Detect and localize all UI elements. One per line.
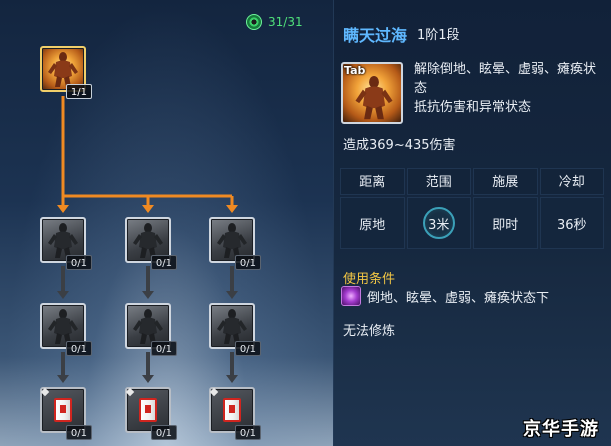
stat-value-cast: 即时 bbox=[473, 197, 538, 249]
skill-desc-line-2: 抵抗伤害和异常状态 bbox=[414, 100, 532, 115]
area-badge: 3米 bbox=[422, 207, 455, 239]
locked-warrior-icon bbox=[217, 223, 247, 258]
locked-warrior-icon bbox=[133, 223, 163, 258]
stat-value-area: 3米 bbox=[406, 197, 471, 249]
skill-points: 31/31 bbox=[246, 12, 303, 32]
stat-header-cooldown: 冷却 bbox=[539, 168, 604, 195]
skill-book-icon bbox=[223, 398, 241, 422]
skill-name: 瞒天过海 bbox=[343, 26, 408, 45]
skill-node-level: 1/1 bbox=[65, 84, 92, 99]
stat-header-range: 距离 bbox=[340, 168, 405, 195]
skill-node-tier2-2[interactable]: 0/1 bbox=[125, 303, 177, 356]
skill-rank: 1阶1段 bbox=[417, 28, 460, 43]
condition-row: 倒地、眩晕、虚弱、瘫痪状态下 bbox=[341, 286, 549, 306]
purple-status-icon bbox=[341, 286, 361, 306]
skill-node-root[interactable]: 1/1 bbox=[40, 46, 92, 99]
stat-header-cast: 施展 bbox=[473, 168, 538, 195]
locked-warrior-icon bbox=[133, 309, 163, 344]
stat-value-range: 原地 bbox=[340, 197, 405, 249]
skill-node-level: 0/1 bbox=[65, 425, 92, 440]
skill-desc-line-1: 解除倒地、眩晕、虚弱、瘫痪状态 bbox=[414, 62, 597, 96]
skill-book-node-1[interactable]: 0/1 bbox=[40, 387, 92, 440]
stats-value-row: 原地 3米 即时 36秒 bbox=[340, 197, 604, 249]
skill-node-level: 0/1 bbox=[150, 425, 177, 440]
skill-point-icon bbox=[246, 14, 262, 30]
skill-stats-table: 距离 范围 施展 冷却 原地 3米 即时 36秒 bbox=[340, 168, 604, 251]
skill-node-level: 0/1 bbox=[65, 255, 92, 270]
skill-node-level: 0/1 bbox=[234, 341, 261, 356]
skill-node-tier1-2[interactable]: 0/1 bbox=[125, 217, 177, 270]
skill-node-tier1-1[interactable]: 0/1 bbox=[40, 217, 92, 270]
stat-header-area: 范围 bbox=[406, 168, 471, 195]
skill-node-tier1-3[interactable]: 0/1 bbox=[209, 217, 261, 270]
condition-title: 使用条件 bbox=[343, 272, 396, 287]
stat-value-cooldown: 36秒 bbox=[539, 197, 604, 249]
skill-node-level: 0/1 bbox=[65, 341, 92, 356]
skill-book-node-3[interactable]: 0/1 bbox=[209, 387, 261, 440]
hotkey-label: Tab bbox=[344, 64, 366, 77]
stats-header-row: 距离 范围 施展 冷却 bbox=[340, 168, 604, 195]
skill-node-level: 0/1 bbox=[234, 255, 261, 270]
skill-node-tier2-3[interactable]: 0/1 bbox=[209, 303, 261, 356]
locked-warrior-icon bbox=[217, 309, 247, 344]
skill-node-tier2-1[interactable]: 0/1 bbox=[40, 303, 92, 356]
skill-node-level: 0/1 bbox=[150, 255, 177, 270]
locked-warrior-icon bbox=[48, 223, 78, 258]
warrior-skill-icon bbox=[48, 52, 78, 87]
no-train-note: 无法修炼 bbox=[343, 324, 396, 339]
warrior-skill-icon bbox=[355, 76, 393, 120]
skill-damage: 造成369~435伤害 bbox=[343, 138, 456, 153]
skill-points-label: 31/31 bbox=[268, 15, 303, 29]
skill-node-level: 0/1 bbox=[150, 341, 177, 356]
watermark-logo: 京华手游 bbox=[523, 419, 599, 440]
locked-warrior-icon bbox=[48, 309, 78, 344]
condition-text: 倒地、眩晕、虚弱、瘫痪状态下 bbox=[367, 290, 550, 306]
skill-book-icon bbox=[54, 398, 72, 422]
skill-node-level: 0/1 bbox=[234, 425, 261, 440]
skill-description: 解除倒地、眩晕、虚弱、瘫痪状态 抵抗伤害和异常状态 bbox=[414, 60, 604, 117]
skill-book-icon bbox=[139, 398, 157, 422]
skill-book-node-2[interactable]: 0/1 bbox=[125, 387, 177, 440]
